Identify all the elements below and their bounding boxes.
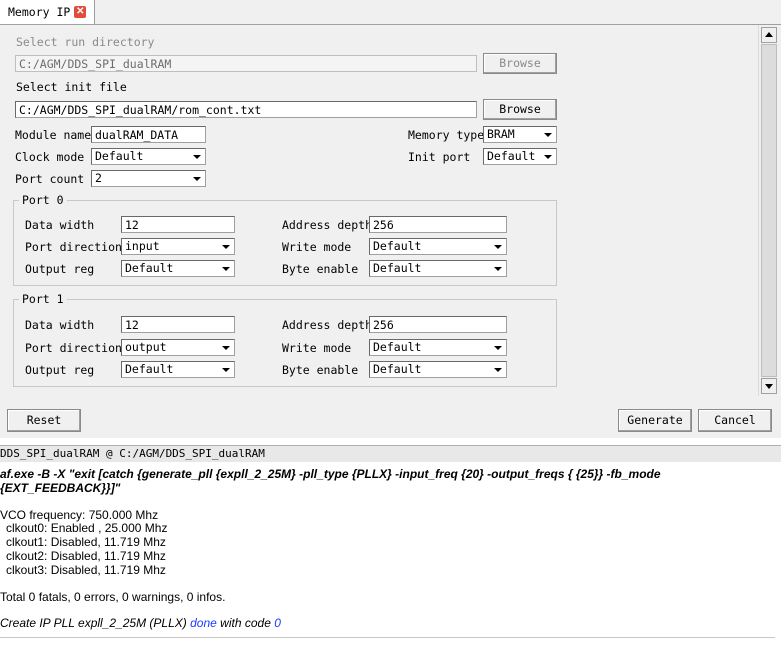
- chevron-down-icon: [494, 368, 502, 372]
- chevron-down-icon: [494, 346, 502, 350]
- byte-enable-select[interactable]: Default: [369, 361, 507, 378]
- console-create-mid: with code: [220, 616, 271, 630]
- console-command-line-2: {EXT_FEEDBACK}}]": [0, 481, 121, 495]
- output-reg-label: Output reg: [25, 262, 95, 276]
- console-create-line: Create IP PLL expll_2_25M (PLLX) done wi…: [0, 616, 281, 630]
- write-mode-select[interactable]: Default: [369, 238, 507, 255]
- tab-title: Memory IP: [8, 5, 71, 19]
- console-create-prefix: Create IP PLL expll_2_25M (PLLX): [0, 616, 187, 630]
- reset-button[interactable]: Reset: [7, 409, 81, 432]
- console-vco-line: VCO frequency: 750.000 Mhz: [0, 508, 159, 522]
- chevron-down-icon: [222, 267, 230, 271]
- port-direction-value: output: [125, 340, 167, 354]
- write-mode-label: Write mode: [282, 341, 352, 355]
- memory-type-value: BRAM: [487, 127, 515, 141]
- form-scrollbar[interactable]: [758, 25, 779, 396]
- port-1-title: Port 1: [19, 292, 67, 306]
- address-depth-input[interactable]: 256: [369, 316, 507, 333]
- console-clkout1-line: clkout1: Disabled, 11.719 Mhz: [6, 535, 166, 549]
- port-direction-label: Port direction: [25, 240, 122, 254]
- init-file-input[interactable]: C:/AGM/DDS_SPI_dualRAM/rom_cont.txt: [15, 101, 477, 118]
- write-mode-select[interactable]: Default: [369, 339, 507, 356]
- scroll-down-button[interactable]: [761, 378, 777, 394]
- init-file-label: Select init file: [16, 80, 127, 94]
- scroll-up-button[interactable]: [761, 27, 777, 43]
- port-count-select[interactable]: 2: [91, 170, 206, 187]
- chevron-down-icon: [222, 346, 230, 350]
- port-count-value: 2: [95, 171, 102, 185]
- clock-mode-select[interactable]: Default: [91, 148, 206, 165]
- scroll-thumb[interactable]: [761, 44, 777, 377]
- browse-run-dir-button: Browse: [483, 53, 557, 74]
- byte-enable-value: Default: [373, 261, 422, 275]
- write-mode-value: Default: [373, 340, 422, 354]
- console-clkout3-line: clkout3: Disabled, 11.719 Mhz: [6, 563, 166, 577]
- write-mode-label: Write mode: [282, 240, 352, 254]
- module-name-label: Module name: [15, 128, 92, 142]
- address-depth-input[interactable]: 256: [369, 216, 507, 233]
- console-output: af.exe -B -X "exit [catch {generate_pll …: [0, 462, 781, 651]
- output-reg-select[interactable]: Default: [121, 260, 235, 277]
- generate-button[interactable]: Generate: [618, 409, 692, 432]
- tab-memory-ip[interactable]: Memory IP ✕: [0, 0, 96, 24]
- console-summary-line: Total 0 fatals, 0 errors, 0 warnings, 0 …: [0, 590, 226, 604]
- memory-type-label: Memory type: [408, 128, 485, 142]
- console-done-link[interactable]: done: [190, 616, 217, 630]
- port-direction-select[interactable]: output: [121, 339, 235, 356]
- close-icon[interactable]: ✕: [74, 6, 87, 18]
- clock-mode-label: Clock mode: [15, 150, 85, 164]
- arrow-down-icon: [765, 384, 773, 389]
- port-direction-label: Port direction: [25, 341, 122, 355]
- byte-enable-label: Byte enable: [282, 262, 359, 276]
- chevron-down-icon: [544, 133, 552, 137]
- port-0-title: Port 0: [19, 193, 67, 207]
- address-depth-label: Address depth: [282, 218, 373, 232]
- module-name-input[interactable]: dualRAM_DATA: [91, 126, 206, 143]
- output-reg-value: Default: [125, 362, 174, 376]
- chevron-down-icon: [193, 155, 201, 159]
- console-exit-code: 0: [274, 616, 281, 630]
- port-direction-select[interactable]: input: [121, 238, 235, 255]
- data-width-input[interactable]: 12: [121, 316, 235, 333]
- chevron-down-icon: [494, 267, 502, 271]
- console-command-line-1: af.exe -B -X "exit [catch {generate_pll …: [0, 467, 661, 481]
- port-direction-value: input: [125, 239, 160, 253]
- byte-enable-label: Byte enable: [282, 363, 359, 377]
- chevron-down-icon: [222, 368, 230, 372]
- port-count-label: Port count: [15, 172, 85, 186]
- init-port-value: Default: [487, 149, 536, 163]
- browse-init-file-button[interactable]: Browse: [483, 99, 557, 120]
- address-depth-label: Address depth: [282, 318, 373, 332]
- data-width-label: Data width: [25, 218, 95, 232]
- data-width-input[interactable]: 12: [121, 216, 235, 233]
- run-dir-input: C:/AGM/DDS_SPI_dualRAM: [15, 55, 477, 72]
- console-title: DDS_SPI_dualRAM @ C:/AGM/DDS_SPI_dualRAM: [0, 445, 781, 463]
- clock-mode-value: Default: [95, 149, 144, 163]
- console-clkout0-line: clkout0: Enabled , 25.000 Mhz: [6, 521, 168, 535]
- chevron-down-icon: [494, 245, 502, 249]
- data-width-label: Data width: [25, 318, 95, 332]
- output-reg-value: Default: [125, 261, 174, 275]
- output-reg-label: Output reg: [25, 363, 95, 377]
- console-clkout2-line: clkout2: Disabled, 11.719 Mhz: [6, 549, 166, 563]
- console-divider: [0, 637, 775, 638]
- init-port-label: Init port: [408, 150, 471, 164]
- tab-bar: Memory IP ✕: [0, 0, 781, 25]
- write-mode-value: Default: [373, 239, 422, 253]
- byte-enable-select[interactable]: Default: [369, 260, 507, 277]
- cancel-button[interactable]: Cancel: [698, 409, 772, 432]
- init-port-select[interactable]: Default: [483, 148, 557, 165]
- arrow-up-icon: [765, 32, 773, 37]
- chevron-down-icon: [222, 245, 230, 249]
- output-reg-select[interactable]: Default: [121, 361, 235, 378]
- run-dir-label: Select run directory: [16, 35, 155, 49]
- chevron-down-icon: [544, 155, 552, 159]
- byte-enable-value: Default: [373, 362, 422, 376]
- memory-type-select[interactable]: BRAM: [483, 126, 557, 143]
- chevron-down-icon: [193, 177, 201, 181]
